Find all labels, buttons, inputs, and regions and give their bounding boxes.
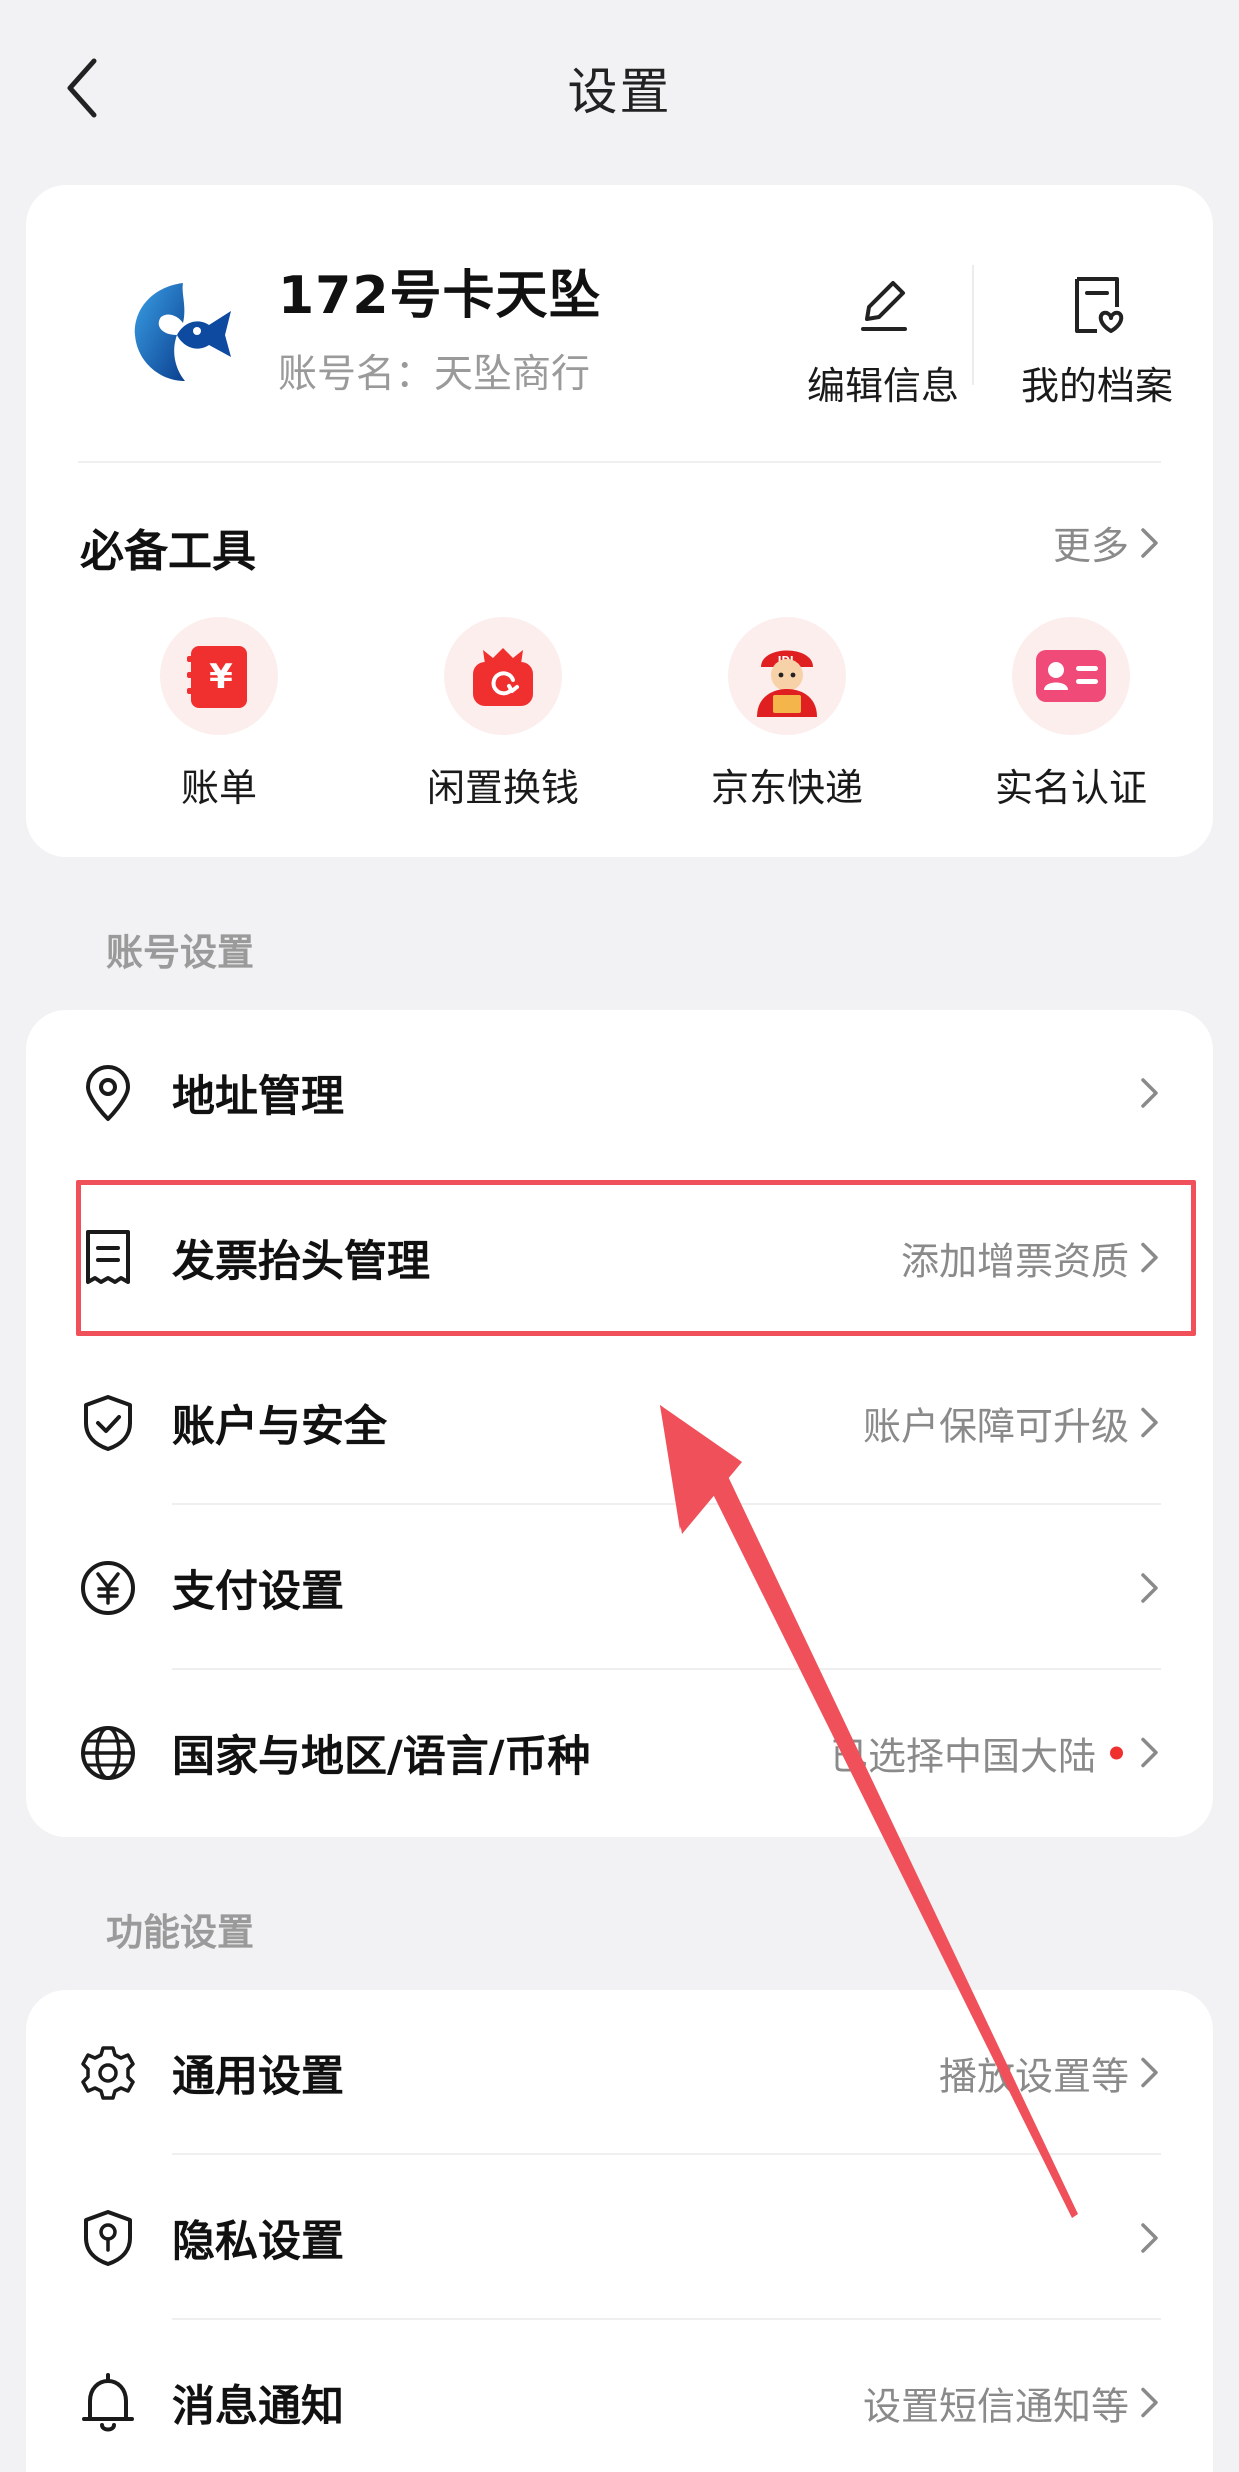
row-account-security[interactable]: 账户与安全 账户保障可升级	[26, 1340, 1213, 1505]
location-pin-icon	[86, 1064, 130, 1121]
row-title: 隐私设置	[172, 2216, 344, 2267]
row-address[interactable]: 地址管理	[26, 1010, 1213, 1175]
bill-icon: ¥	[187, 646, 247, 708]
row-title: 消息通知	[172, 2381, 344, 2432]
row-value: 播放设置等	[938, 2054, 1129, 2098]
chevron-right-icon	[1141, 2222, 1158, 2253]
courier-mascot-icon: JDL	[757, 650, 817, 717]
pencil-icon	[861, 281, 907, 331]
globe-icon	[81, 1725, 135, 1780]
chevron-right-icon	[1141, 2057, 1158, 2088]
row-value: 已选择中国大陆	[829, 1734, 1096, 1778]
tool-bill[interactable]: ¥ 账单	[119, 617, 319, 812]
row-value: 账户保障可升级	[862, 1404, 1129, 1448]
chevron-right-icon	[1141, 1737, 1158, 1768]
tools-title: 必备工具	[80, 526, 256, 577]
tool-jd-express[interactable]: JDL 京东快递	[687, 617, 887, 812]
row-value: 设置短信通知等	[862, 2384, 1129, 2428]
svg-text:¥: ¥	[209, 657, 233, 697]
account-settings-card: 地址管理 发票抬头管理 添加增票资质 账户与安全 账户保障可升级 支付设置 国家…	[26, 1010, 1213, 1837]
page-title: 设置	[567, 63, 672, 121]
profile-card: 172号卡天坠 账号名：天坠商行 编辑信息 我的档案 必备工具 更多 ¥ 账单 …	[26, 185, 1213, 857]
yuan-circle-icon	[81, 1560, 135, 1615]
tools-more-link[interactable]: 更多	[1053, 515, 1161, 570]
tool-label: 账单	[180, 766, 257, 810]
chevron-right-icon	[1141, 1407, 1158, 1438]
row-title: 发票抬头管理	[172, 1236, 430, 1287]
row-title: 地址管理	[172, 1071, 344, 1122]
notification-dot	[1110, 1746, 1123, 1759]
chevron-right-icon	[1141, 527, 1158, 558]
tool-label: 实名认证	[994, 766, 1147, 810]
bell-icon	[82, 2372, 134, 2431]
row-value: 添加增票资质	[900, 1239, 1129, 1283]
archive-heart-icon	[1075, 277, 1124, 333]
row-message-notification[interactable]: 消息通知 设置短信通知等	[26, 2320, 1213, 2472]
row-region-language-currency[interactable]: 国家与地区/语言/币种 已选择中国大陆	[26, 1670, 1213, 1835]
row-title: 通用设置	[172, 2051, 344, 2102]
gear-icon	[81, 2045, 135, 2100]
divider	[972, 265, 974, 385]
receipt-icon	[86, 1229, 130, 1284]
row-payment-settings[interactable]: 支付设置	[26, 1505, 1213, 1670]
store-logo[interactable]	[121, 277, 241, 387]
tool-label: 京东快递	[710, 766, 863, 810]
row-invoice-header[interactable]: 发票抬头管理 添加增票资质	[26, 1175, 1213, 1340]
chevron-right-icon	[1141, 1242, 1158, 1273]
recycle-bag-icon	[473, 648, 533, 706]
row-title: 国家与地区/语言/币种	[172, 1731, 591, 1782]
account-name-value: 天坠商行	[434, 352, 591, 397]
more-label: 更多	[1052, 524, 1129, 568]
tool-label: 闲置换钱	[426, 766, 579, 810]
row-general-settings[interactable]: 通用设置 播放设置等	[26, 1990, 1213, 2155]
account-name-line: 账号名：天坠商行	[278, 343, 590, 399]
chevron-right-icon	[1141, 2387, 1158, 2418]
shield-check-icon	[84, 1394, 132, 1451]
row-privacy-settings[interactable]: 隐私设置	[26, 2155, 1213, 2320]
profile-nickname: 172号卡天坠	[278, 266, 602, 326]
section-label-function: 功能设置	[106, 1911, 254, 1954]
chevron-right-icon	[1141, 1077, 1158, 1108]
privacy-shield-icon	[84, 2209, 132, 2266]
edit-info-button[interactable]: 编辑信息	[788, 265, 978, 410]
my-archive-label: 我的档案	[1020, 364, 1173, 408]
section-label-account: 账号设置	[106, 931, 254, 974]
top-bar: 设置	[0, 0, 1239, 170]
tool-idle-cash[interactable]: 闲置换钱	[403, 617, 603, 812]
divider	[78, 461, 1161, 463]
tool-real-name[interactable]: 实名认证	[971, 617, 1171, 812]
account-name-label: 账号名：	[278, 352, 435, 397]
edit-info-label: 编辑信息	[806, 364, 959, 408]
row-title: 支付设置	[172, 1566, 344, 1617]
my-archive-button[interactable]: 我的档案	[1002, 265, 1192, 410]
function-settings-card: 通用设置 播放设置等 隐私设置 消息通知 设置短信通知等	[26, 1990, 1213, 2472]
id-card-icon	[1036, 650, 1106, 702]
chevron-right-icon	[1141, 1572, 1158, 1603]
row-title: 账户与安全	[172, 1401, 387, 1452]
